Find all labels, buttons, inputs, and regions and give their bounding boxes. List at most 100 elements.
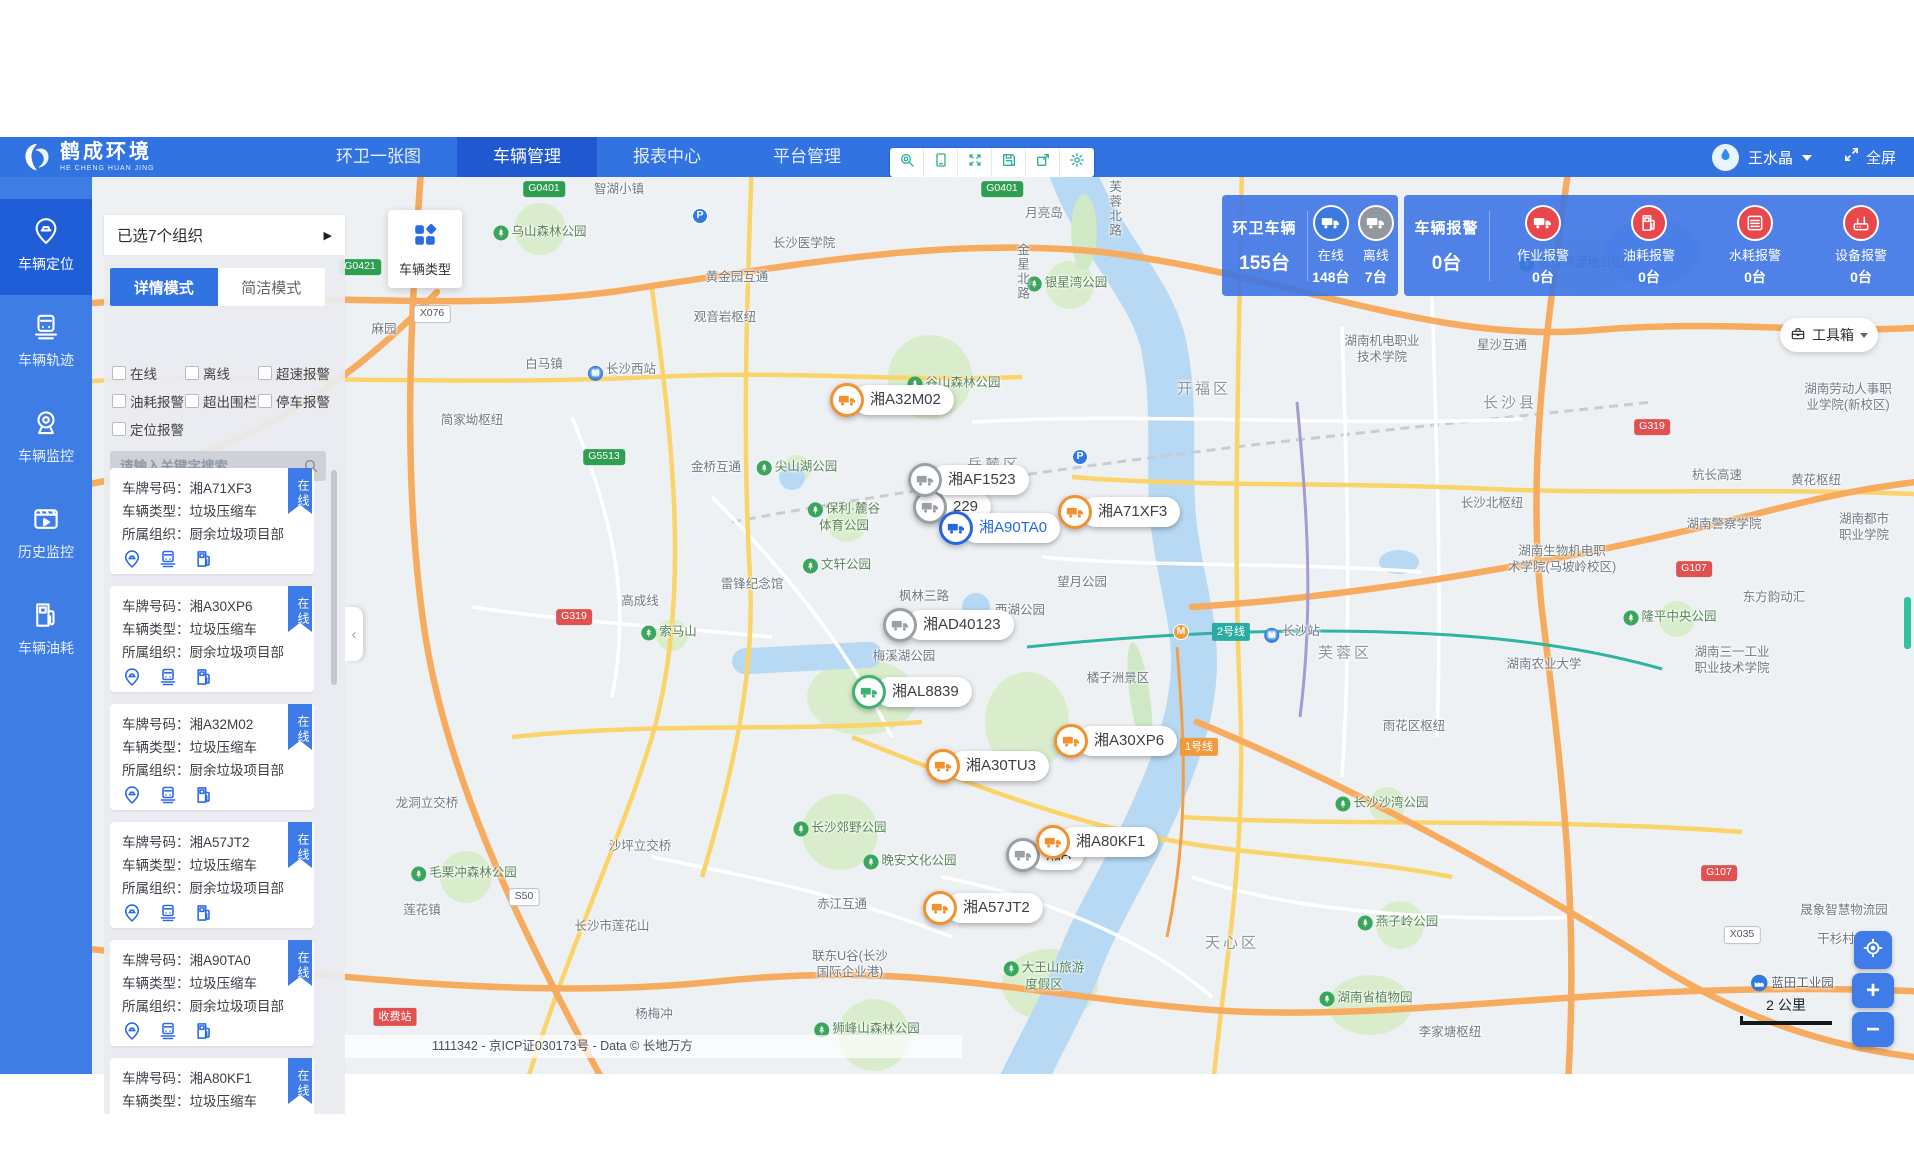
- vehicle-card[interactable]: 车牌号码：湘A80KF1车辆类型：垃圾压缩车所属组织：厨余垃圾项目部在线: [110, 1058, 314, 1114]
- fuel-blue-icon[interactable]: [194, 1021, 214, 1046]
- scrollbar[interactable]: [331, 470, 337, 685]
- map-poi: 湖南生物机电职术学院(马坡岭校区): [1508, 543, 1616, 576]
- checkbox-icon[interactable]: [112, 366, 126, 380]
- sidebar-item-3[interactable]: 车辆监控: [0, 391, 92, 487]
- filter-checkbox[interactable]: 离线: [185, 363, 258, 383]
- vehicle-marker[interactable]: 湘A30TU3: [926, 749, 1049, 783]
- map-poi: G107: [1676, 561, 1712, 577]
- filter-checkbox[interactable]: 停车报警: [258, 391, 337, 411]
- checkbox-icon[interactable]: [112, 394, 126, 408]
- map-poi: 长沙北枢纽: [1461, 495, 1524, 511]
- vehicle-marker[interactable]: 湘A57JT2: [923, 891, 1043, 925]
- map-poi: 黄花枢纽: [1791, 472, 1841, 488]
- nav-item-3[interactable]: 报表中心: [597, 137, 737, 177]
- truck-icon: [1358, 205, 1394, 241]
- map-poi: 银星湾公园: [1027, 275, 1108, 292]
- export-button[interactable]: [1026, 148, 1060, 177]
- expand-button[interactable]: [958, 148, 992, 177]
- track-blue-icon[interactable]: [158, 1021, 178, 1046]
- filter-checkbox[interactable]: 超出围栏: [185, 391, 258, 411]
- save-button[interactable]: [992, 148, 1026, 177]
- vehicle-card[interactable]: 车牌号码：湘A57JT2车辆类型：垃圾压缩车所属组织：厨余垃圾项目部在线: [110, 822, 314, 928]
- filter-checkbox[interactable]: 在线: [112, 363, 185, 383]
- sidebar-item-4[interactable]: 历史监控: [0, 487, 92, 583]
- org-selector[interactable]: 已选7个组织 ▶: [104, 215, 345, 255]
- locate-icon: [1862, 937, 1884, 964]
- map-poi: 收费站: [374, 1008, 417, 1026]
- track-blue-icon[interactable]: [158, 785, 178, 810]
- truck-icon: [883, 608, 917, 642]
- locate-button[interactable]: [1854, 931, 1892, 969]
- fuel-blue-icon[interactable]: [194, 667, 214, 692]
- vehicle-marker[interactable]: 湘A32M02: [830, 383, 954, 417]
- checkbox-icon[interactable]: [112, 422, 126, 436]
- filter-checkbox[interactable]: 定位报警: [112, 419, 185, 439]
- track-blue-icon[interactable]: [158, 903, 178, 928]
- checkbox-icon[interactable]: [258, 366, 272, 380]
- map-canvas[interactable]: 智湖小镇G0401G0401乌山森林公园长沙医学院P月亮岛银星湾公园黄金园互通观…: [92, 177, 1914, 1074]
- checkbox-icon[interactable]: [258, 394, 272, 408]
- settings-button[interactable]: [1060, 148, 1094, 177]
- nav-item-1[interactable]: 环卫一张图: [300, 137, 457, 177]
- sidebar-item-5[interactable]: 车辆油耗: [0, 583, 92, 679]
- vehicle-org: 所属组织：厨余垃圾项目部: [122, 523, 302, 546]
- vehicle-marker[interactable]: 湘AF1523: [908, 463, 1029, 497]
- pin-car-blue-icon[interactable]: [122, 903, 142, 928]
- checkbox-icon[interactable]: [185, 366, 199, 380]
- zoom-search-button[interactable]: [890, 148, 924, 177]
- sidebar-item-1[interactable]: 车辆定位: [0, 199, 92, 295]
- mode-tab-1[interactable]: 详情模式: [110, 268, 218, 306]
- panel-collapse-button[interactable]: ‹: [345, 607, 363, 661]
- vehicle-card[interactable]: 车牌号码：湘A90TA0车辆类型：垃圾压缩车所属组织：厨余垃圾项目部在线: [110, 940, 314, 1046]
- sidebar-item-2[interactable]: 车辆轨迹: [0, 295, 92, 391]
- mode-tab-2[interactable]: 简洁模式: [218, 268, 326, 306]
- vehicle-card[interactable]: 车牌号码：湘A32M02车辆类型：垃圾压缩车所属组织：厨余垃圾项目部在线: [110, 704, 314, 810]
- vehicle-marker[interactable]: 湘A80KF1: [1036, 825, 1158, 859]
- vehicle-marker[interactable]: 湘AL8839: [852, 675, 972, 709]
- user-name[interactable]: 王水晶: [1748, 147, 1793, 168]
- user-avatar[interactable]: [1712, 144, 1739, 171]
- track-blue-icon[interactable]: [158, 667, 178, 692]
- vehicle-marker[interactable]: 湘A30XP6: [1054, 724, 1177, 758]
- vehicle-marker[interactable]: 湘A90TA0: [939, 511, 1060, 545]
- filter-checkbox[interactable]: 油耗报警: [112, 391, 185, 411]
- zoom-out-button[interactable]: −: [1852, 1012, 1894, 1047]
- scale-label: 2 公里: [1766, 997, 1806, 1013]
- nav-item-4[interactable]: 平台管理: [737, 137, 877, 177]
- fullscreen-button[interactable]: 全屏: [1843, 146, 1896, 168]
- fuel-blue-icon[interactable]: [194, 903, 214, 928]
- toolbox-button[interactable]: 工具箱: [1780, 318, 1878, 352]
- chevron-down-icon[interactable]: [1802, 155, 1812, 161]
- poi-label: 长沙西站: [606, 362, 656, 376]
- track-blue-icon[interactable]: [158, 549, 178, 574]
- vehicle-card[interactable]: 车牌号码：湘A71XF3车辆类型：垃圾压缩车所属组织：厨余垃圾项目部在线: [110, 468, 314, 574]
- pin-car-blue-icon[interactable]: [122, 1021, 142, 1046]
- offline-label: 离线: [1358, 245, 1394, 264]
- vehicle-marker[interactable]: 湘A71XF3: [1058, 495, 1180, 529]
- filter-checkbox[interactable]: 超速报警: [258, 363, 337, 383]
- pin-car-blue-icon[interactable]: [122, 667, 142, 692]
- vehicle-marker[interactable]: 湘AD40123: [883, 608, 1014, 642]
- vehicle-type-button[interactable]: 车辆类型: [388, 210, 462, 288]
- vehicle-marker-plate: 湘A30XP6: [1077, 726, 1177, 756]
- vehicle-type: 车辆类型：垃圾压缩车: [122, 500, 302, 523]
- screenshot-button[interactable]: [924, 148, 958, 177]
- checkbox-icon[interactable]: [185, 394, 199, 408]
- alarm-stat: 设备报警0台: [1835, 205, 1887, 287]
- alarm-stat-label: 作业报警: [1517, 245, 1569, 264]
- nav-item-2[interactable]: 车辆管理: [457, 137, 597, 177]
- map-poi: G319: [1634, 419, 1670, 435]
- vehicle-card[interactable]: 车牌号码：湘A30XP6车辆类型：垃圾压缩车所属组织：厨余垃圾项目部在线: [110, 586, 314, 692]
- water-drop-icon: [1718, 147, 1733, 167]
- pin-car-blue-icon[interactable]: [122, 549, 142, 574]
- zoom-in-button[interactable]: +: [1852, 973, 1894, 1008]
- alarm-value: 0台: [1404, 248, 1489, 275]
- map-poi: 干杉村: [1817, 931, 1855, 947]
- fuel-blue-icon[interactable]: [194, 549, 214, 574]
- pin-car-blue-icon[interactable]: [122, 785, 142, 810]
- vehicle-marker-plate: 湘A57JT2: [946, 893, 1043, 923]
- poi-label: 术学院(马坡岭校区): [1508, 559, 1616, 575]
- poi-label: 燕子岭公园: [1376, 915, 1439, 929]
- map-poi: P: [1072, 449, 1088, 465]
- fuel-blue-icon[interactable]: [194, 785, 214, 810]
